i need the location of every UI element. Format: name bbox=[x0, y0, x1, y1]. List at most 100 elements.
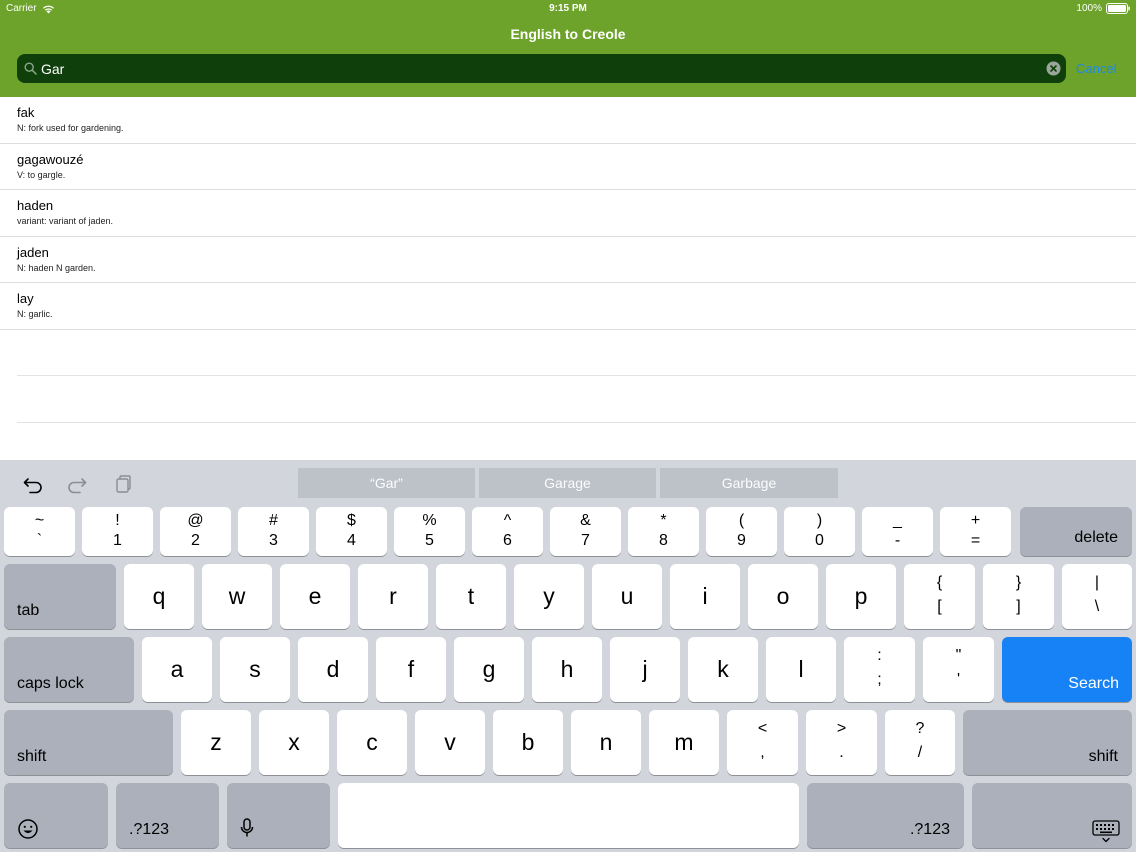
key-bottom-char: ] bbox=[1016, 598, 1021, 615]
key-backslash[interactable]: | \ bbox=[1062, 564, 1132, 629]
result-row[interactable]: haden variant: variant of jaden. bbox=[0, 190, 1136, 237]
key-z[interactable]: z bbox=[181, 710, 251, 775]
key-minus[interactable]: _ - bbox=[862, 507, 933, 556]
key-g[interactable]: g bbox=[454, 637, 524, 702]
key-char: n bbox=[599, 729, 613, 755]
shift-right-key[interactable]: shift bbox=[963, 710, 1132, 775]
key-char: r bbox=[389, 583, 397, 609]
paste-icon[interactable] bbox=[112, 473, 134, 495]
key-b[interactable]: b bbox=[493, 710, 563, 775]
key-bottom-char: 5 bbox=[425, 532, 434, 549]
key-r[interactable]: r bbox=[358, 564, 428, 629]
suggestion-garbage[interactable]: Garbage bbox=[660, 468, 838, 498]
shift-left-key[interactable]: shift bbox=[4, 710, 173, 775]
search-key[interactable]: Search bbox=[1002, 637, 1132, 702]
key-top-char: % bbox=[422, 512, 437, 529]
key-j[interactable]: j bbox=[610, 637, 680, 702]
caps-lock-key[interactable]: caps lock bbox=[4, 637, 134, 702]
result-row[interactable]: jaden N: haden N garden. bbox=[0, 237, 1136, 284]
key-7[interactable]: & 7 bbox=[550, 507, 621, 556]
key-q[interactable]: q bbox=[124, 564, 194, 629]
key-w[interactable]: w bbox=[202, 564, 272, 629]
key-bottom-char: = bbox=[970, 532, 981, 549]
key-t[interactable]: t bbox=[436, 564, 506, 629]
result-definition: N: fork used for gardening. bbox=[17, 123, 124, 133]
suggestion-garage[interactable]: Garage bbox=[479, 468, 656, 498]
clear-search-icon[interactable] bbox=[1046, 61, 1061, 76]
key-equals[interactable]: + = bbox=[940, 507, 1011, 556]
key-8[interactable]: * 8 bbox=[628, 507, 699, 556]
key-4[interactable]: $ 4 bbox=[316, 507, 387, 556]
numbers-left-key[interactable]: .?123 bbox=[116, 783, 219, 848]
key-0[interactable]: ) 0 bbox=[784, 507, 855, 556]
status-bar: Carrier 9:15 PM 100% bbox=[0, 0, 1136, 18]
search-input[interactable] bbox=[41, 54, 1031, 83]
key-m[interactable]: m bbox=[649, 710, 719, 775]
search-icon bbox=[24, 62, 37, 75]
redo-icon[interactable] bbox=[66, 473, 88, 495]
key-h[interactable]: h bbox=[532, 637, 602, 702]
key-bottom-char: ` bbox=[36, 532, 43, 549]
space-key[interactable] bbox=[338, 783, 799, 848]
key-p[interactable]: p bbox=[826, 564, 896, 629]
key-s[interactable]: s bbox=[220, 637, 290, 702]
undo-icon[interactable] bbox=[22, 473, 44, 495]
result-row[interactable]: lay N: garlic. bbox=[0, 283, 1136, 330]
list-separator bbox=[17, 422, 1136, 423]
key-5[interactable]: % 5 bbox=[394, 507, 465, 556]
key-i[interactable]: i bbox=[670, 564, 740, 629]
key-quote[interactable]: " ' bbox=[923, 637, 994, 702]
on-screen-keyboard: “Gar” Garage Garbage ~ ` ! 1 @ 2 # 3 $ 4… bbox=[0, 460, 1136, 852]
key-char: e bbox=[308, 583, 322, 609]
result-row[interactable]: fak N: fork used for gardening. bbox=[0, 97, 1136, 144]
key-top-char: ! bbox=[115, 512, 120, 529]
key-v[interactable]: v bbox=[415, 710, 485, 775]
key-top-char: > bbox=[836, 720, 847, 737]
key-u[interactable]: u bbox=[592, 564, 662, 629]
emoji-key[interactable] bbox=[4, 783, 108, 848]
key-2[interactable]: @ 2 bbox=[160, 507, 231, 556]
result-definition: variant: variant of jaden. bbox=[17, 216, 114, 227]
key-label: shift bbox=[1088, 748, 1118, 765]
key-period[interactable]: > . bbox=[806, 710, 877, 775]
key-6[interactable]: ^ 6 bbox=[472, 507, 543, 556]
tab-key[interactable]: tab bbox=[4, 564, 116, 629]
key-f[interactable]: f bbox=[376, 637, 446, 702]
key-label: .?123 bbox=[909, 821, 950, 838]
key-char: f bbox=[407, 656, 415, 682]
key-y[interactable]: y bbox=[514, 564, 584, 629]
dictation-key[interactable] bbox=[227, 783, 330, 848]
key-e[interactable]: e bbox=[280, 564, 350, 629]
key-char: a bbox=[170, 656, 184, 682]
key-1[interactable]: ! 1 bbox=[82, 507, 153, 556]
key-right-brace[interactable]: } ] bbox=[983, 564, 1054, 629]
key-slash[interactable]: ? / bbox=[885, 710, 955, 775]
key-9[interactable]: ( 9 bbox=[706, 507, 777, 556]
keyboard-dismiss-icon bbox=[1092, 820, 1120, 843]
key-n[interactable]: n bbox=[571, 710, 641, 775]
key-left-brace[interactable]: { [ bbox=[904, 564, 975, 629]
dismiss-keyboard-key[interactable] bbox=[972, 783, 1132, 848]
key-label: shift bbox=[17, 748, 47, 765]
key-comma[interactable]: < , bbox=[727, 710, 798, 775]
battery-percent: 100% bbox=[1076, 3, 1102, 14]
key-tilde[interactable]: ~ ` bbox=[4, 507, 75, 556]
key-o[interactable]: o bbox=[748, 564, 818, 629]
key-k[interactable]: k bbox=[688, 637, 758, 702]
key-x[interactable]: x bbox=[259, 710, 329, 775]
key-l[interactable]: l bbox=[766, 637, 836, 702]
result-row[interactable]: gagawouzé V: to gargle. bbox=[0, 144, 1136, 191]
battery-icon bbox=[1106, 3, 1130, 14]
delete-key[interactable]: delete bbox=[1020, 507, 1132, 556]
search-field[interactable] bbox=[17, 54, 1066, 83]
key-a[interactable]: a bbox=[142, 637, 212, 702]
numbers-right-key[interactable]: .?123 bbox=[807, 783, 964, 848]
key-top-char: ) bbox=[816, 512, 823, 529]
key-top-char: } bbox=[1015, 574, 1022, 591]
key-semicolon[interactable]: : ; bbox=[844, 637, 915, 702]
key-c[interactable]: c bbox=[337, 710, 407, 775]
key-d[interactable]: d bbox=[298, 637, 368, 702]
cancel-button[interactable]: Cancel bbox=[1076, 61, 1116, 76]
suggestion-literal[interactable]: “Gar” bbox=[298, 468, 475, 498]
key-3[interactable]: # 3 bbox=[238, 507, 309, 556]
